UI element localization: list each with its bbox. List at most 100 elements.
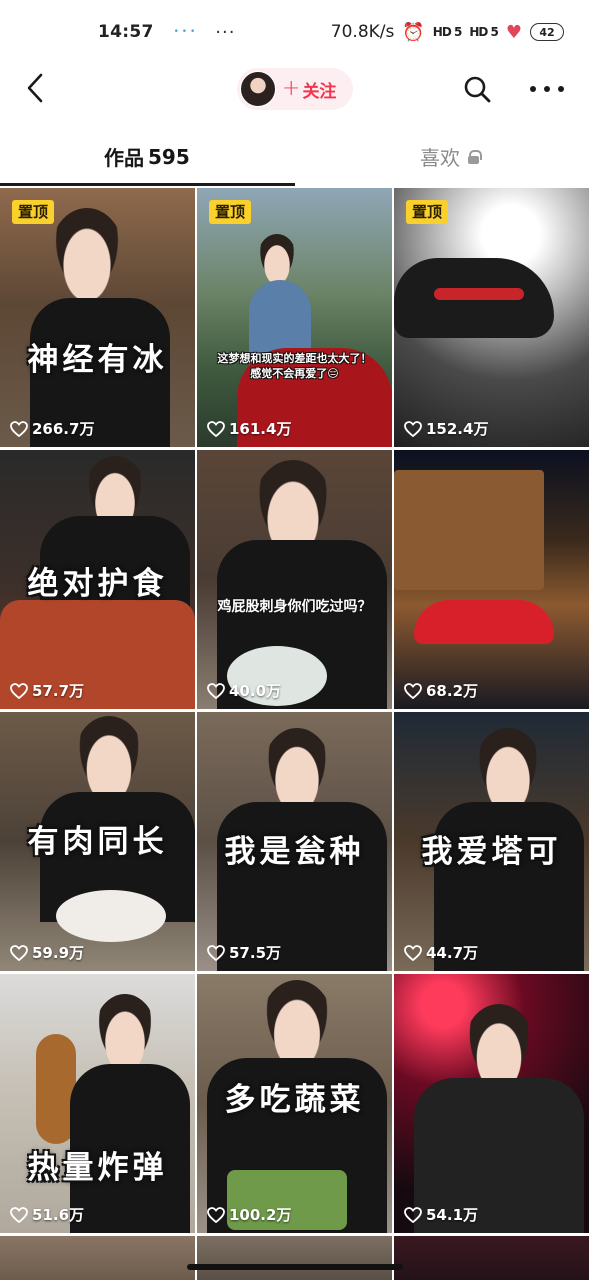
heart-status-icon: ♥	[505, 21, 522, 43]
status-right: 70.8K/s ⏰ HD 5 HD 5 ♥ 42	[331, 22, 564, 43]
tab-likes[interactable]: 喜欢	[420, 142, 482, 171]
heart-outline-icon	[207, 420, 225, 437]
video-tile[interactable]: 有肉同长 59.9万	[0, 712, 195, 971]
motorcycle-stripe	[434, 288, 524, 300]
more-dot	[530, 86, 536, 92]
tab-works-count: 595	[148, 144, 190, 169]
search-button[interactable]	[462, 74, 492, 104]
signal-icon: HD 5	[432, 25, 463, 39]
follow-button[interactable]: + 关注	[237, 68, 353, 110]
person-thumbnail	[257, 234, 297, 284]
pinned-badge: 置顶	[406, 200, 449, 224]
like-count-value: 57.5万	[229, 944, 282, 962]
status-time: 14:57	[98, 22, 154, 42]
video-grid: 置顶 神经有冰 266.7万 置顶 这梦想和现实的差距也太大了！ 感觉不会再爱了…	[0, 188, 590, 1280]
person-thumbnail	[94, 994, 156, 1072]
heart-outline-icon	[207, 944, 225, 961]
person-thumbnail	[474, 728, 542, 812]
heart-outline-icon	[404, 420, 422, 437]
alarm-icon: ⏰	[402, 21, 425, 43]
like-count-value: 266.7万	[32, 420, 95, 438]
net-speed: 70.8K/s	[330, 22, 395, 42]
like-count-value: 40.0万	[229, 682, 282, 700]
lock-icon	[468, 149, 482, 164]
video-tile[interactable]: 多吃蔬菜 100.2万	[197, 974, 392, 1233]
video-tile[interactable]: 置顶 152.4万	[394, 188, 589, 447]
more-button[interactable]	[530, 74, 564, 104]
like-count: 161.4万	[207, 418, 291, 439]
battery-icon: 42	[530, 23, 564, 41]
building-shape	[394, 470, 544, 590]
heart-outline-icon	[404, 682, 422, 699]
heart-outline-icon	[404, 944, 422, 961]
like-count: 51.6万	[10, 1204, 84, 1225]
like-count: 68.2万	[404, 680, 478, 701]
profile-tabs: 作品 595 喜欢	[0, 130, 590, 186]
heart-outline-icon	[10, 420, 28, 437]
sports-car-shape	[414, 600, 554, 644]
food-plate	[56, 890, 166, 942]
back-button[interactable]	[24, 72, 48, 104]
video-caption: 这梦想和现实的差距也太大了！ 感觉不会再爱了😑	[217, 352, 372, 380]
avatar	[240, 71, 276, 107]
like-count-value: 57.7万	[32, 682, 85, 700]
video-caption: 我爱塔可	[421, 834, 562, 870]
chevron-left-icon	[24, 72, 48, 104]
like-count-value: 68.2万	[426, 682, 479, 700]
signal-icon-2: HD 5	[469, 25, 499, 39]
like-count: 57.5万	[207, 942, 281, 963]
heart-outline-icon	[10, 682, 28, 699]
plus-icon: +	[282, 76, 301, 101]
video-caption: 我是瓮种	[224, 834, 365, 870]
heart-outline-icon	[207, 682, 225, 699]
video-caption: 多吃蔬菜	[224, 1082, 365, 1118]
video-tile[interactable]: 热量炸弹 51.6万	[0, 974, 195, 1233]
heart-outline-icon	[10, 1206, 28, 1223]
pinned-badge: 置顶	[12, 200, 55, 224]
more-dot	[558, 86, 564, 92]
status-bar: 14:57 • • • ··· 70.8K/s ⏰ HD 5 HD 5 ♥ 42	[0, 0, 590, 64]
like-count-value: 59.9万	[32, 944, 85, 962]
video-tile[interactable]: 54.1万	[394, 974, 589, 1233]
tab-works-label: 作品	[104, 146, 144, 170]
video-tile[interactable]: 我是瓮种 57.5万	[197, 712, 392, 971]
follow-label: 关注	[302, 81, 337, 102]
like-count: 44.7万	[404, 942, 478, 963]
like-count-value: 44.7万	[426, 944, 479, 962]
pinned-badge: 置顶	[209, 200, 252, 224]
heart-outline-icon	[207, 1206, 225, 1223]
search-icon	[462, 76, 492, 108]
like-count-value: 100.2万	[229, 1206, 292, 1224]
status-indicators: • • •	[173, 27, 196, 37]
video-tile[interactable]	[0, 1236, 195, 1280]
video-tile[interactable]: 68.2万	[394, 450, 589, 709]
person-thumbnail	[50, 208, 124, 300]
profile-header: + 关注	[0, 64, 590, 114]
person-thumbnail	[261, 980, 333, 1068]
like-count: 266.7万	[10, 418, 94, 439]
person-thumbnail	[74, 716, 144, 802]
video-tile[interactable]: 置顶 这梦想和现实的差距也太大了！ 感觉不会再爱了😑 161.4万	[197, 188, 392, 447]
video-caption: 鸡屁股刺身你们吃过吗？	[217, 599, 372, 615]
person-thumbnail	[263, 728, 331, 812]
video-tile[interactable]: 我爱塔可 44.7万	[394, 712, 589, 971]
like-count-value: 152.4万	[426, 420, 489, 438]
video-tile[interactable]	[394, 1236, 589, 1280]
video-tile[interactable]: 置顶 神经有冰 266.7万	[0, 188, 195, 447]
video-tile[interactable]: 鸡屁股刺身你们吃过吗？ 40.0万	[197, 450, 392, 709]
video-caption: 绝对护食	[27, 566, 168, 602]
like-count: 40.0万	[207, 680, 281, 701]
tab-works[interactable]: 作品 595	[104, 142, 190, 171]
like-count-value: 54.1万	[426, 1206, 479, 1224]
video-caption: 热量炸弹	[27, 1150, 168, 1186]
video-tile[interactable]: 绝对护食 57.7万	[0, 450, 195, 709]
home-indicator[interactable]	[187, 1264, 403, 1270]
more-dot	[544, 86, 550, 92]
video-tile[interactable]	[197, 1236, 392, 1280]
heart-outline-icon	[10, 944, 28, 961]
like-count: 54.1万	[404, 1204, 478, 1225]
video-caption: 有肉同长	[27, 824, 168, 860]
like-count: 57.7万	[10, 680, 84, 701]
like-count-value: 161.4万	[229, 420, 292, 438]
tab-likes-label: 喜欢	[420, 146, 460, 170]
